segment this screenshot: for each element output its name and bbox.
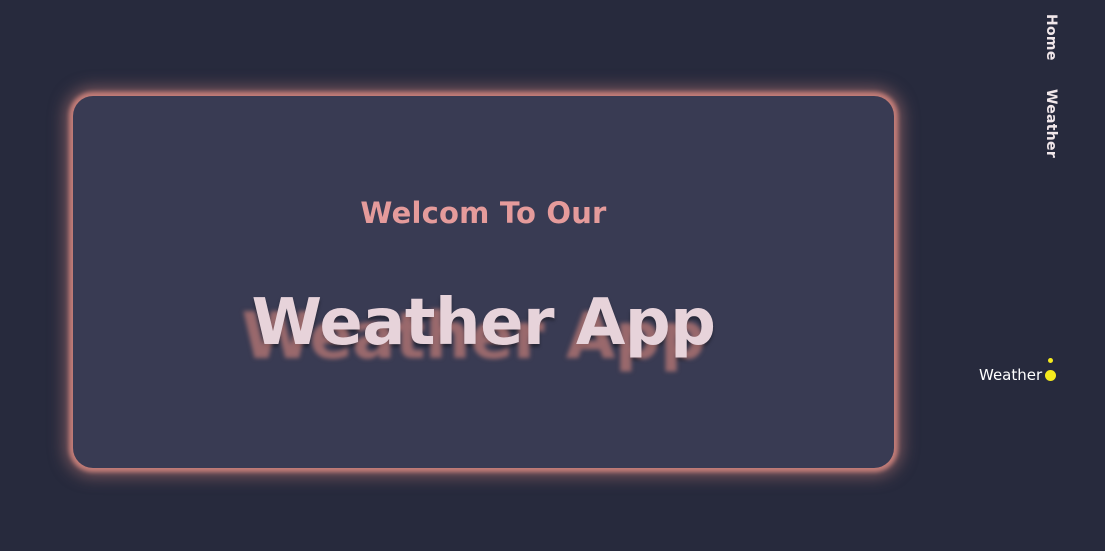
hero-card <box>73 96 894 468</box>
status-label: Weather <box>979 366 1043 384</box>
status-dot-icon <box>1045 370 1056 381</box>
status-dot-small-icon <box>1048 358 1053 363</box>
nav-link-home[interactable]: Home <box>1043 14 1059 61</box>
nav-link-weather[interactable]: Weather <box>1043 89 1059 158</box>
page: Welcom To Our Weather App Home Weather W… <box>0 0 1105 551</box>
